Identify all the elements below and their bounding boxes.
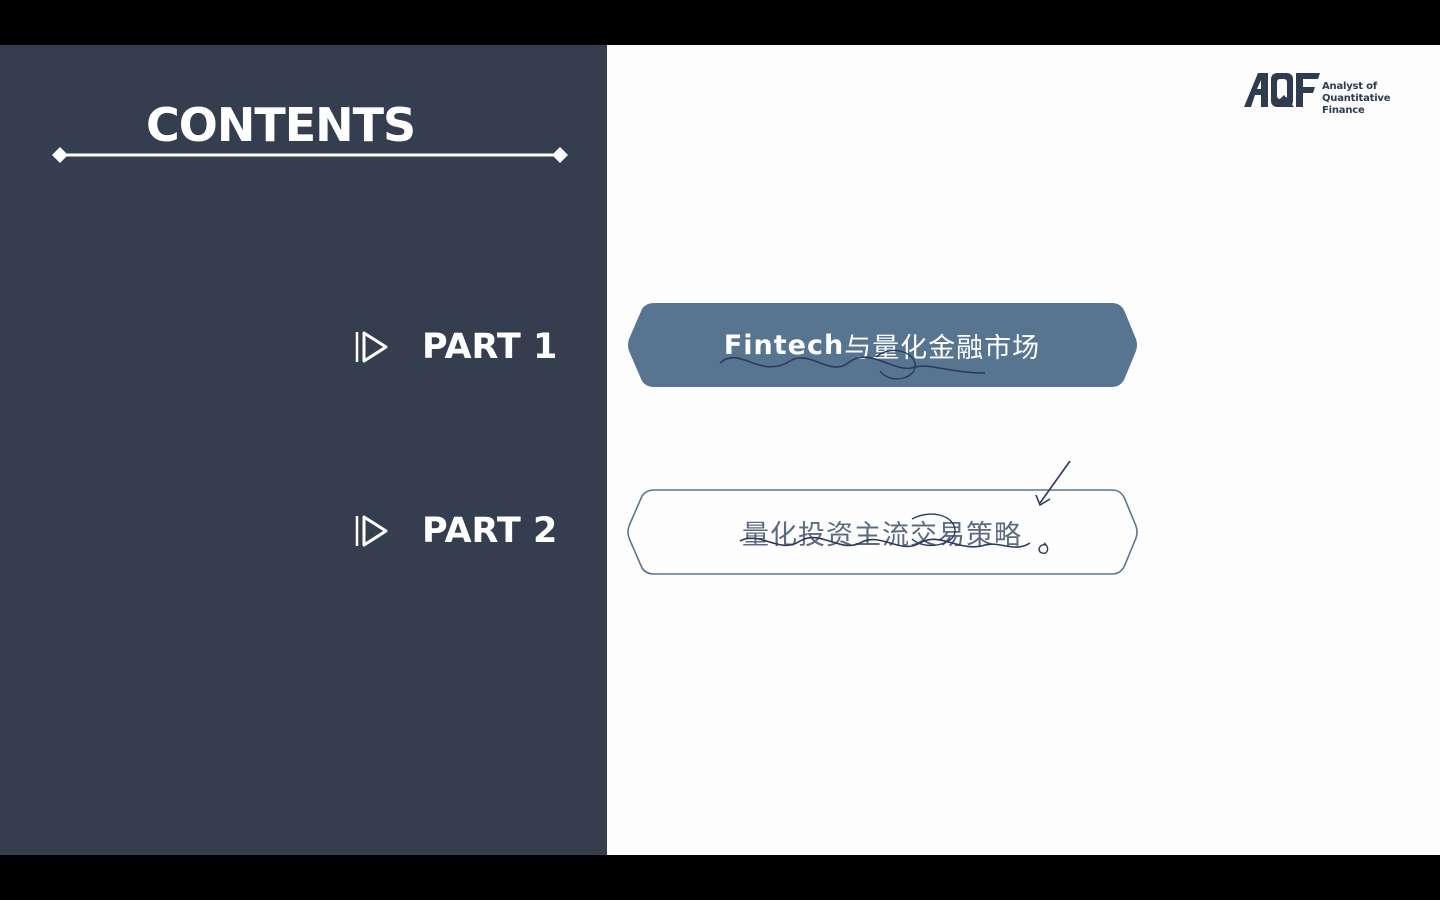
part-2-label: PART 2 xyxy=(422,511,558,551)
part-2-banner[interactable]: 量化投资主流交易策略 xyxy=(626,488,1138,576)
aqf-logo-mark xyxy=(1244,73,1320,107)
slide: CONTENTS PART 1 PART 2 Fintech 与量化金融市场 量… xyxy=(0,45,1440,855)
part-2-title-cjk: 量化投资主流交易策略 xyxy=(742,519,1022,551)
part-1-title: Fintech 与量化金融市场 xyxy=(626,301,1138,389)
part-2-row[interactable]: PART 2 xyxy=(350,506,570,556)
part-2-title: 量化投资主流交易策略 xyxy=(626,488,1138,576)
logo-line-1: Analyst of xyxy=(1322,81,1377,92)
title-divider xyxy=(52,147,568,163)
part-1-title-latin: Fintech xyxy=(723,329,845,361)
play-outline-icon xyxy=(355,331,388,363)
aqf-logo-text: Analyst of Quantitative Finance xyxy=(1322,81,1424,117)
aqf-logo: Analyst of Quantitative Finance xyxy=(1244,71,1424,116)
part-1-banner[interactable]: Fintech 与量化金融市场 xyxy=(626,301,1138,389)
part-1-title-cjk: 与量化金融市场 xyxy=(844,332,1041,364)
part-1-row[interactable]: PART 1 xyxy=(350,322,570,372)
contents-panel: CONTENTS PART 1 PART 2 xyxy=(0,45,607,855)
play-outline-icon xyxy=(355,515,388,547)
logo-line-2: Quantitative Finance xyxy=(1322,93,1391,116)
part-1-label: PART 1 xyxy=(422,327,558,367)
